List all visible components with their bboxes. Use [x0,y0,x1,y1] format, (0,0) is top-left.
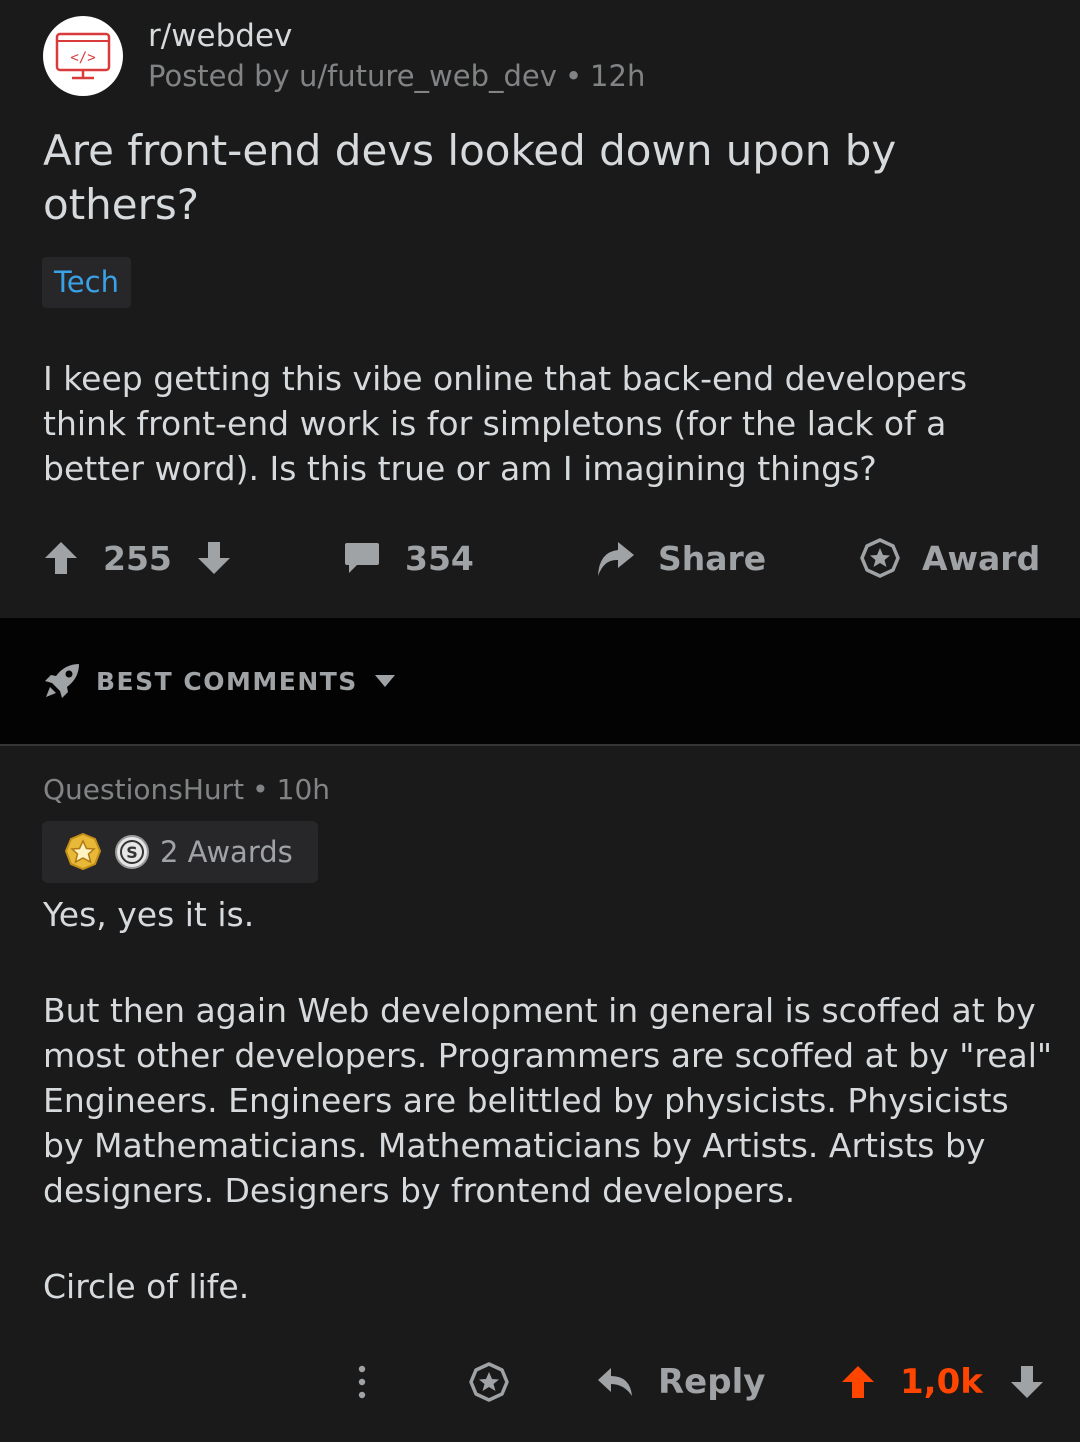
post-card: </> r/webdev Posted by u/future_web_dev •… [0,0,1080,618]
sort-selector[interactable]: BEST COMMENTS [43,658,396,704]
arrow-down-icon[interactable] [196,540,232,576]
comment-paragraph: Yes, yes it is. [43,895,255,934]
more-options-button[interactable] [352,1354,372,1410]
award-button[interactable]: Award [860,530,1040,586]
sort-label: BEST COMMENTS [96,666,358,696]
vote-group: 255 [43,530,232,586]
chevron-down-icon [374,675,395,687]
reply-arrow-icon [598,1368,632,1396]
svg-text:</>: </> [70,50,95,66]
comment-meta: QuestionsHurt • 10h [43,770,330,810]
comments-sort-band: BEST COMMENTS [0,618,1080,746]
silver-award-icon: S [115,835,149,869]
post-title[interactable]: Are front-end devs looked down upon by o… [43,124,1033,232]
comment-paragraph: But then again Web development in genera… [43,991,1053,1210]
separator-dot: • [252,773,269,806]
reply-button[interactable]: Reply [596,1354,765,1410]
comment-age: 10h [276,773,331,806]
rocket-icon [45,664,79,698]
comment-body: Yes, yes it is. But then again Web devel… [43,892,1053,1309]
post-upvote-count: 255 [103,538,172,578]
comment-paragraph: Circle of life. [43,1267,250,1306]
comment-author[interactable]: QuestionsHurt [43,773,244,806]
speech-bubble-icon [345,543,379,573]
comments-count: 354 [405,538,474,578]
code-monitor-icon: </> [55,32,111,80]
arrow-up-icon[interactable] [43,540,79,576]
posted-by-line: Posted by u/future_web_dev • 12h [148,56,645,96]
star-badge-icon [860,538,900,578]
post-meta: r/webdev Posted by u/future_web_dev • 12h [148,16,645,96]
post-age: 12h [590,59,646,93]
comment-vote-group: 1,0k [840,1354,1045,1410]
subreddit-name[interactable]: r/webdev [148,16,645,56]
post-header: </> r/webdev Posted by u/future_web_dev •… [43,16,645,96]
star-badge-icon [469,1362,509,1402]
comment-score: 1,0k [900,1362,983,1402]
post-body: I keep getting this vibe online that bac… [43,359,968,488]
separator-dot: • [564,59,583,93]
post-action-bar: 255 354 Share Award [0,530,1080,586]
reply-label: Reply [658,1362,766,1402]
share-button[interactable]: Share [594,530,766,586]
award-label: Award [922,538,1041,578]
arrow-up-icon[interactable] [840,1364,876,1400]
posted-by-prefix: Posted by [148,59,290,93]
post-flair[interactable]: Tech [42,257,131,308]
gold-award-icon [64,833,102,871]
comment-award-button[interactable] [469,1354,509,1410]
share-arrow-icon [598,542,634,576]
subreddit-avatar[interactable]: </> [43,16,123,96]
post-author[interactable]: u/future_web_dev [299,59,557,93]
comments-button[interactable]: 354 [343,530,474,586]
arrow-down-icon[interactable] [1009,1364,1045,1400]
share-label: Share [658,538,767,578]
svg-text:S: S [126,843,138,862]
comment-card: QuestionsHurt • 10h S 2 Awards Yes, yes it… [0,746,1080,1442]
awards-chip[interactable]: S 2 Awards [42,821,318,883]
comment-action-bar: Reply 1,0k [0,1354,1080,1410]
vertical-dots-icon [358,1365,366,1399]
awards-count: 2 Awards [160,835,293,869]
